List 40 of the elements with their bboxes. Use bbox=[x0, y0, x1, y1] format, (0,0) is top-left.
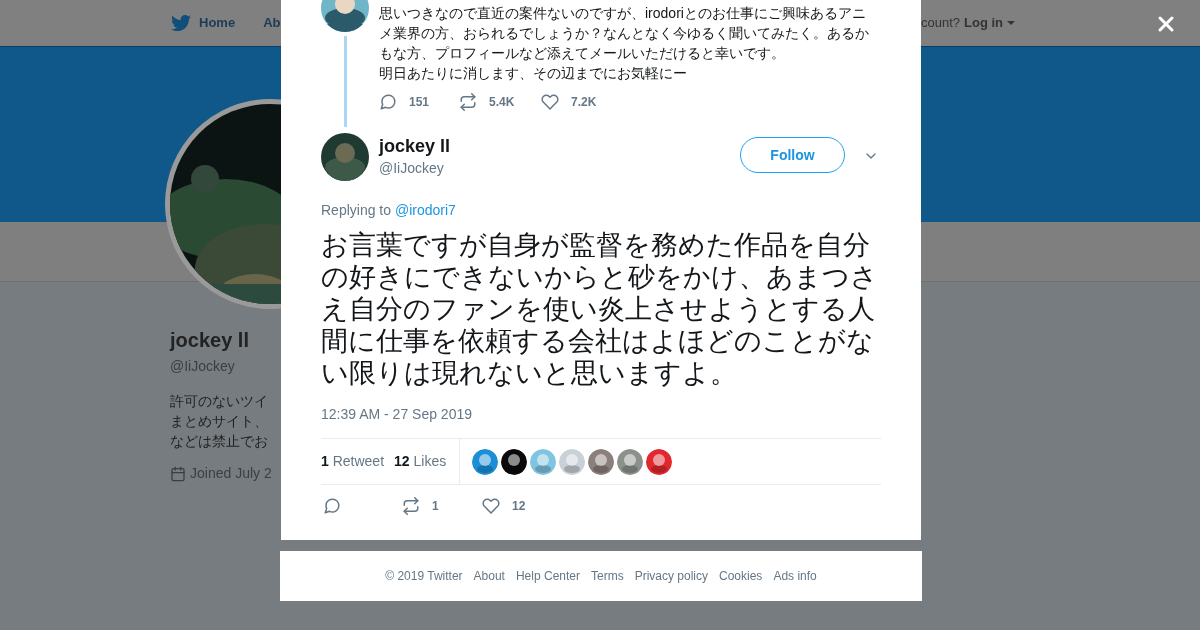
footer-link[interactable]: Privacy policy bbox=[634, 567, 708, 585]
author-handle[interactable]: @IiJockey bbox=[379, 158, 451, 179]
footer-link[interactable]: Help Center bbox=[515, 567, 580, 585]
footer-link[interactable]: Ads info bbox=[773, 567, 817, 585]
like-count: 7.2K bbox=[571, 94, 597, 111]
profile-handle: @IiJockey bbox=[170, 357, 235, 376]
bio-line: 許可のないツイ bbox=[170, 392, 268, 411]
replying-to-line: Replying to @irodori7 bbox=[321, 201, 457, 220]
tweet-text: 思いつきなので直近の案件ないのですが、irodoriとのお仕事にご興味あるアニメ業界の方、おられるでしょうか？なんとなく今ゆるく聞いてみたく。あるかもな方、プロフィールなど添えてメールいただけると幸いです。 bbox=[379, 4, 870, 63]
likes-stat[interactable]: 12 Likes bbox=[394, 451, 447, 472]
retweet-count: 5.4K bbox=[489, 94, 515, 111]
reply-count: 151 bbox=[409, 94, 430, 111]
tweet-timestamp[interactable]: 12:39 AM - 27 Sep 2019 bbox=[321, 404, 881, 425]
like-icon[interactable] bbox=[541, 93, 559, 111]
footer-link[interactable]: About bbox=[473, 567, 505, 585]
retweet-stat[interactable]: 1 Retweet bbox=[321, 451, 385, 472]
footer-link[interactable]: © 2019 Twitter bbox=[385, 567, 463, 585]
account-prompt: count? bbox=[920, 14, 960, 33]
footer-link[interactable]: Terms bbox=[591, 567, 624, 585]
reply-icon[interactable] bbox=[379, 93, 397, 111]
joined-date: Joined July 2 bbox=[190, 464, 272, 483]
profile-name: jockey ll bbox=[170, 328, 249, 352]
bio-line: などは禁止でお bbox=[170, 432, 268, 451]
reply-icon[interactable] bbox=[323, 497, 341, 515]
bio-line: まとめサイト、 bbox=[170, 412, 268, 431]
calendar-icon bbox=[170, 465, 186, 482]
like-icon[interactable] bbox=[482, 497, 500, 515]
author-name[interactable]: jockey ll bbox=[379, 134, 451, 158]
login-link[interactable]: Log in bbox=[964, 13, 1003, 33]
footer-link[interactable]: Cookies bbox=[719, 567, 763, 585]
tweet-text: 明日あたりに消します、その辺までにお気軽にー bbox=[379, 64, 688, 83]
caret-icon bbox=[1007, 21, 1015, 25]
like-count: 12 bbox=[512, 498, 526, 515]
retweet-icon[interactable] bbox=[459, 93, 477, 111]
retweet-count: 1 bbox=[432, 498, 439, 515]
nav-link[interactable]: Ab bbox=[263, 13, 281, 33]
retweet-icon[interactable] bbox=[402, 497, 420, 515]
tweet-text: お言葉ですが自身が監督を務めた作品を自分の好きにできないからと砂をかけ、あまつさえ自分のファンを使い炎上させようとする人間に仕事を依頼する会社はよほどのことがない限りは現れないと思いますよ。 bbox=[321, 229, 879, 389]
nav-link[interactable]: Home bbox=[199, 13, 236, 33]
mention-link[interactable]: @irodori7 bbox=[394, 202, 456, 218]
